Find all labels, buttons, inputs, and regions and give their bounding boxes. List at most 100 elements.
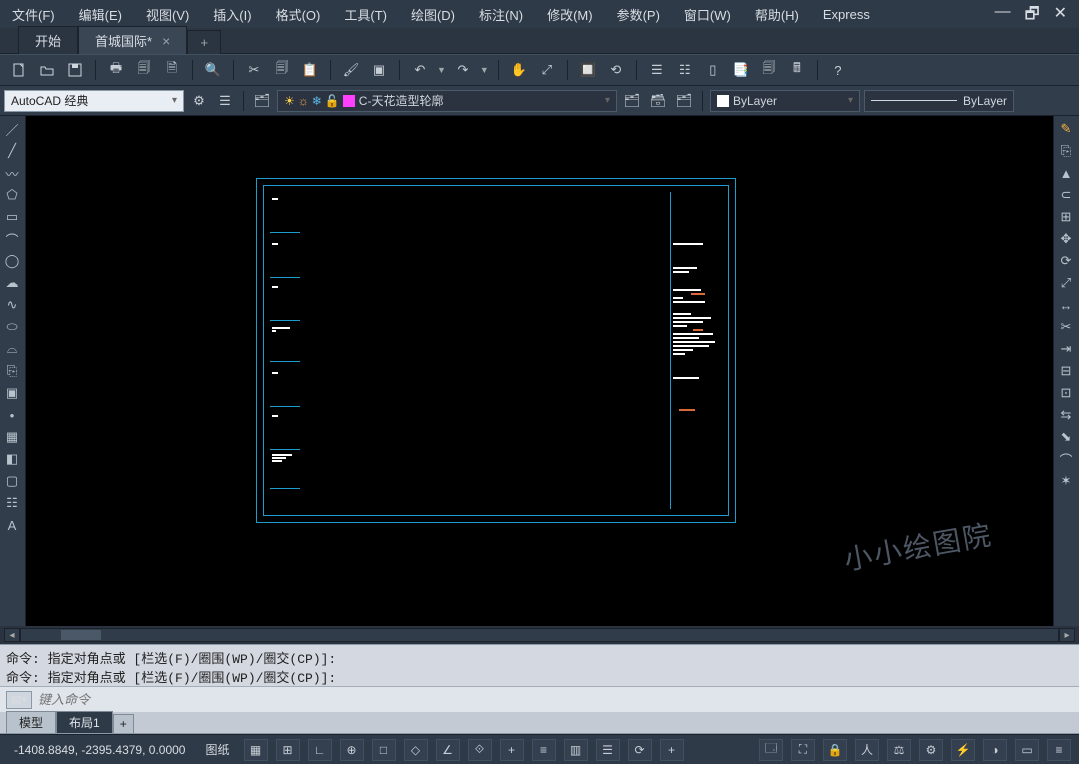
scroll-left-button[interactable]: ◂ xyxy=(4,628,20,642)
join-icon[interactable]: ⇆ xyxy=(1056,405,1076,425)
quickcalc-icon[interactable]: 🖩 xyxy=(786,59,808,81)
snap-grid-icon[interactable]: ▦ xyxy=(244,739,268,761)
markup-icon[interactable]: 🗐 xyxy=(758,59,780,81)
annotation-visibility-icon[interactable]: 人 xyxy=(855,739,879,761)
cut-icon[interactable]: ✂ xyxy=(243,59,265,81)
menu-help[interactable]: 帮助(H) xyxy=(749,3,805,26)
construction-line-icon[interactable]: ╱ xyxy=(2,141,22,161)
circle-icon[interactable]: ◯ xyxy=(2,251,22,271)
linetype-combo[interactable]: ByLayer xyxy=(864,90,1014,112)
break-at-point-icon[interactable]: ⊟ xyxy=(1056,361,1076,381)
ducs-icon[interactable]: ⟐ xyxy=(468,739,492,761)
extend-icon[interactable]: ⇥ xyxy=(1056,339,1076,359)
publish-icon[interactable]: 🗎 xyxy=(161,59,183,81)
region-icon[interactable]: ▢ xyxy=(2,471,22,491)
clean-screen-icon[interactable]: ▭ xyxy=(1015,739,1039,761)
space-label[interactable]: 图纸 xyxy=(199,739,235,760)
point-icon[interactable]: • xyxy=(2,405,22,425)
maximize-viewport-icon[interactable]: ⛶ xyxy=(791,739,815,761)
paste-icon[interactable]: 📋 xyxy=(299,59,321,81)
layout-tab-add[interactable]: + xyxy=(113,714,134,733)
menu-view[interactable]: 视图(V) xyxy=(140,3,195,26)
array-icon[interactable]: ⊞ xyxy=(1056,207,1076,227)
chamfer-icon[interactable]: ⬊ xyxy=(1056,427,1076,447)
tab-add[interactable]: + xyxy=(187,30,221,54)
scroll-thumb[interactable] xyxy=(61,630,101,640)
close-button[interactable]: ✕ xyxy=(1050,3,1071,30)
workspace-save-icon[interactable]: ☰ xyxy=(214,90,236,112)
snap-mode-icon[interactable]: ⊞ xyxy=(276,739,300,761)
hatch-icon[interactable]: ▦ xyxy=(2,427,22,447)
undo-icon[interactable]: ↶ xyxy=(409,59,431,81)
scroll-right-button[interactable]: ▸ xyxy=(1059,628,1075,642)
mtext-icon[interactable]: A xyxy=(2,515,22,535)
tab-close-icon[interactable]: × xyxy=(162,33,170,49)
customization-icon[interactable]: ≡ xyxy=(1047,739,1071,761)
menu-express[interactable]: Express xyxy=(817,5,876,24)
help-icon[interactable]: ? xyxy=(827,59,849,81)
menu-format[interactable]: 格式(O) xyxy=(270,3,327,26)
osnap-icon[interactable]: □ xyxy=(372,739,396,761)
sheet-set-icon[interactable]: 📑 xyxy=(730,59,752,81)
hardware-accel-icon[interactable]: ⚡ xyxy=(951,739,975,761)
command-input[interactable] xyxy=(38,692,238,707)
selection-cycling-icon[interactable]: ⟳ xyxy=(628,739,652,761)
break-icon[interactable]: ⊡ xyxy=(1056,383,1076,403)
revision-cloud-icon[interactable]: ☁ xyxy=(2,273,22,293)
model-paper-toggle-icon[interactable]: 🗔 xyxy=(759,739,783,761)
rotate-icon[interactable]: ⟳ xyxy=(1056,251,1076,271)
dyn-input-icon[interactable]: + xyxy=(500,739,524,761)
menu-draw[interactable]: 绘图(D) xyxy=(405,3,461,26)
menu-dimension[interactable]: 标注(N) xyxy=(473,3,529,26)
tab-start[interactable]: 开始 xyxy=(18,26,78,54)
layer-combo[interactable]: ☀ ☼ ❄ 🔓 C-天花造型轮廓 ▾ xyxy=(277,90,617,112)
transparency-icon[interactable]: ▥ xyxy=(564,739,588,761)
ellipse-icon[interactable]: ⬭ xyxy=(2,317,22,337)
design-center-icon[interactable]: ☷ xyxy=(674,59,696,81)
ortho-icon[interactable]: ∟ xyxy=(308,739,332,761)
minimize-button[interactable]: — xyxy=(991,3,1015,30)
color-combo[interactable]: ByLayer ▾ xyxy=(710,90,860,112)
new-icon[interactable] xyxy=(8,59,30,81)
menu-insert[interactable]: 插入(I) xyxy=(207,3,257,26)
match-properties-icon[interactable]: 🖌 xyxy=(340,59,362,81)
table-icon[interactable]: ☷ xyxy=(2,493,22,513)
spline-icon[interactable]: ∿ xyxy=(2,295,22,315)
layout-tab-model[interactable]: 模型 xyxy=(6,711,56,733)
properties-icon[interactable]: ☰ xyxy=(646,59,668,81)
polygon-icon[interactable]: ⬠ xyxy=(2,185,22,205)
print-icon[interactable]: 🖶 xyxy=(105,59,127,81)
layer-iso-icon[interactable]: 🗂 xyxy=(673,90,695,112)
annotation-monitor-icon[interactable]: + xyxy=(660,739,684,761)
annotation-scale-icon[interactable]: 🔒 xyxy=(823,739,847,761)
ellipse-arc-icon[interactable]: ⌓ xyxy=(2,339,22,359)
rectangle-icon[interactable]: ▭ xyxy=(2,207,22,227)
workspace-switch-icon[interactable]: ⚙ xyxy=(919,739,943,761)
offset-icon[interactable]: ⊂ xyxy=(1056,185,1076,205)
open-icon[interactable] xyxy=(36,59,58,81)
tab-document[interactable]: 首城国际* × xyxy=(78,26,187,54)
copy-object-icon[interactable]: ⎘ xyxy=(1056,141,1076,161)
menu-parametric[interactable]: 参数(P) xyxy=(611,3,666,26)
workspace-settings-icon[interactable]: ⚙ xyxy=(188,90,210,112)
pan-icon[interactable]: ✋ xyxy=(508,59,530,81)
scale-icon[interactable]: ⤢ xyxy=(1056,273,1076,293)
menu-window[interactable]: 窗口(W) xyxy=(678,3,737,26)
fillet-icon[interactable]: ⌒ xyxy=(1056,449,1076,469)
isolate-objects-icon[interactable]: ◑ xyxy=(983,739,1007,761)
make-block-icon[interactable]: ▣ xyxy=(2,383,22,403)
arc-icon[interactable]: ⌒ xyxy=(2,229,22,249)
find-icon[interactable]: 🔍 xyxy=(202,59,224,81)
trim-icon[interactable]: ✂ xyxy=(1056,317,1076,337)
menu-modify[interactable]: 修改(M) xyxy=(541,3,599,26)
stretch-icon[interactable]: ↔ xyxy=(1056,295,1076,315)
polar-tracking-icon[interactable]: ⊕ xyxy=(340,739,364,761)
maximize-button[interactable]: 🗗 xyxy=(1021,3,1044,30)
line-icon[interactable]: ／ xyxy=(2,119,22,139)
zoom-extents-icon[interactable]: ⤢ xyxy=(536,59,558,81)
save-icon[interactable] xyxy=(64,59,86,81)
layer-states-icon[interactable]: 🗃 xyxy=(647,90,669,112)
redo-icon[interactable]: ↷ xyxy=(452,59,474,81)
gradient-icon[interactable]: ◧ xyxy=(2,449,22,469)
layer-manager-icon[interactable]: 🗂 xyxy=(251,90,273,112)
